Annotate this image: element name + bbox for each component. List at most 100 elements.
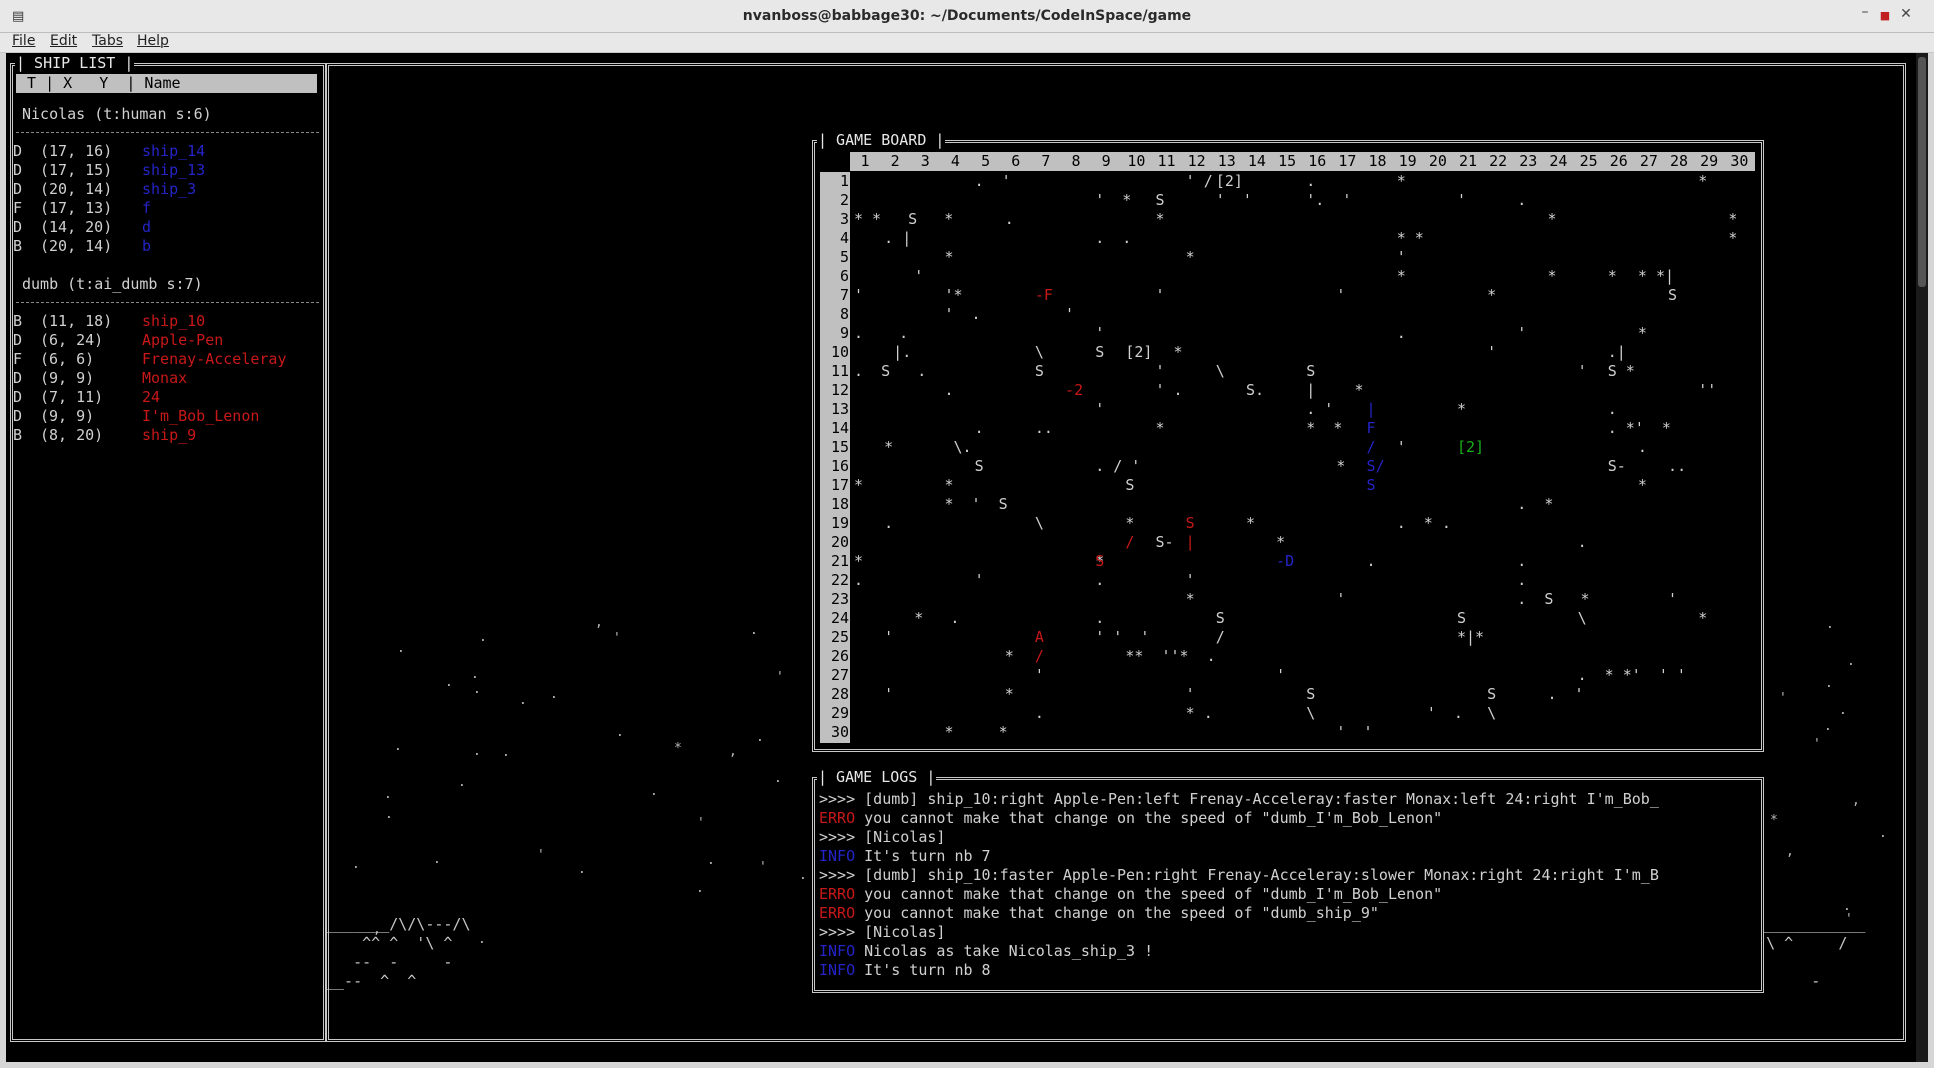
board-star: ' [1457,191,1467,209]
board-entity[interactable]: S [1367,476,1376,495]
player-label: dumb (t:ai_dumb s:7) [22,275,203,293]
row-number: 27 [830,666,849,684]
board-star: ' / [1185,172,1213,190]
board-star: ' ' [1215,191,1252,209]
ship-position: (9, 9) [40,407,95,425]
board-entity[interactable]: | [1367,400,1376,419]
background-star: . [696,881,704,896]
ship-type: D [13,142,23,160]
column-number: 1 [860,152,870,170]
board-star: * [1004,647,1014,665]
column-number: 15 [1278,152,1297,170]
board-star: . [1034,704,1044,722]
board-entity[interactable]: -F [1035,286,1053,305]
board-star: . . [1095,229,1132,247]
row-number: 20 [830,533,849,551]
board-entity[interactable]: S [1095,552,1104,571]
log-tag: ERRO [819,885,856,903]
log-tag: INFO [819,942,856,960]
game-logs-panel: | GAME LOGS | >>>> [dumb] ship_10:right … [812,769,1764,993]
row-number: 16 [830,457,849,475]
board-star: ' [884,628,894,646]
board-star: ' [1487,343,1497,361]
menu-help[interactable]: Help [137,33,169,49]
column-number: 3 [920,152,930,170]
board-star: . . [854,324,909,342]
board-star: \ [1306,704,1316,722]
board-star: ' [1155,362,1165,380]
background-star: . [473,744,481,759]
ship-list-title: | SHIP LIST | [15,54,135,72]
terminal-area[interactable]: | SHIP LIST | T | X Y | Name Nicolas (t:… [6,53,1928,1062]
row-number: 18 [830,495,849,513]
background-star: . [394,739,402,754]
menu-file[interactable]: File [12,33,35,49]
row-number: 10 [830,343,849,361]
board-entity[interactable]: | [1186,533,1195,552]
ship-list-separator [16,302,319,303]
background-star: , [1852,793,1860,808]
log-tag: ERRO [819,809,856,827]
log-line: ERRO you cannot make that change on the … [819,809,1442,828]
world-view: .. '.. '. '.... ' ' *.......,..,....,..,...,..… [326,63,1906,1042]
board-star: ' [1336,590,1346,608]
board-star: . [944,381,954,399]
board-star: ' [1095,324,1105,342]
row-number: 11 [830,362,849,380]
board-entity[interactable]: S/ [1367,457,1385,476]
board-star: ' [1577,362,1587,380]
board-star: . * *' ' ' [1577,666,1686,684]
column-number: 20 [1428,152,1447,170]
board-star: S- [1607,457,1626,475]
column-number: 21 [1458,152,1478,170]
board-star: .. [1668,457,1687,475]
window-titlebar[interactable]: ▤ nvanboss@babbage30: ~/Documents/CodeIn… [0,0,1934,33]
ship-name: ship_9 [142,426,197,444]
log-tag: >>>> [819,790,856,808]
board-star: S * [1607,362,1635,380]
background-star: * [1770,813,1778,828]
board-star: . ' [1306,400,1334,418]
player-label: Nicolas (t:human s:6) [22,105,212,123]
game-board-panel: | GAME BOARD | 1 2 3 4 5 6 7 8 9 10 11 12 13 14 15 16 17… [812,132,1764,752]
board-entity[interactable]: -2 [1065,381,1083,400]
window-title: nvanboss@babbage30: ~/Documents/CodeInSp… [742,8,1192,24]
row-number: 8 [839,305,849,323]
ship-position: (17, 16) [40,142,113,160]
board-star: * [854,476,864,494]
column-number: 14 [1247,152,1266,170]
board-star: * . [1185,704,1213,722]
board-star: . [1095,571,1105,589]
board-star: . *' * [1607,419,1671,437]
background-star: . [1879,826,1887,841]
minimize-icon[interactable]: – [1856,4,1874,20]
row-number: 26 [830,647,849,665]
board-star: ' . [944,305,981,323]
log-text: you cannot make that change on the speed… [855,885,1443,903]
background-star: ' [537,848,545,863]
board-star: . [1366,552,1376,570]
board-star: * [1637,324,1647,342]
board-entity[interactable]: -D [1276,552,1294,571]
close-icon[interactable]: ✕ [1897,6,1915,22]
maximize-icon[interactable]: ■ [1876,9,1894,22]
board-entity[interactable]: [2] [1457,438,1484,457]
board-star: S [974,457,984,475]
column-number: 26 [1609,152,1628,170]
board-entity[interactable]: / [1035,647,1044,666]
board-star: . [1577,533,1587,551]
board-entity[interactable]: / [1367,438,1376,457]
board-entity[interactable]: / [1125,533,1134,552]
board-entity[interactable]: F [1367,419,1376,438]
background-star: . [384,787,392,802]
board-star: \ [1577,609,1587,627]
menu-edit[interactable]: Edit [50,33,77,49]
scroll-thumb[interactable] [1918,57,1926,287]
board-star: * * [1306,419,1343,437]
log-line: ERRO you cannot make that change on the … [819,885,1442,904]
menu-tabs[interactable]: Tabs [92,33,123,49]
terminal-scrollbar[interactable] [1916,53,1928,1062]
board-entity[interactable]: A [1035,628,1044,647]
board-star: . * . [1396,514,1451,532]
board-entity[interactable]: S [1186,514,1195,533]
